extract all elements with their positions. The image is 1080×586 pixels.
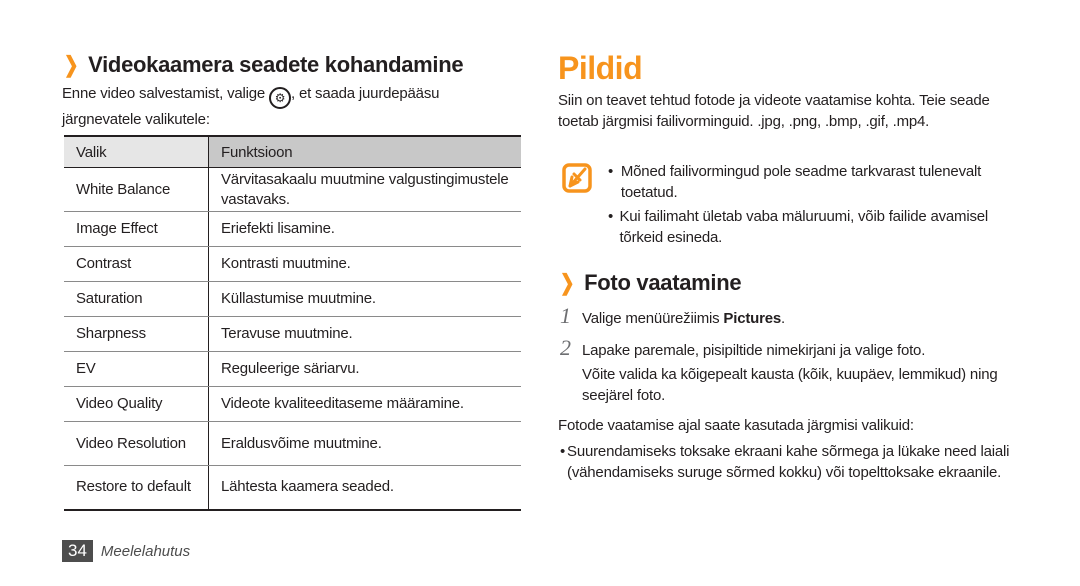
option-cell: Sharpness bbox=[64, 316, 209, 352]
function-cell: Kontrasti muutmine. bbox=[208, 246, 521, 282]
option-cell: White Balance bbox=[64, 167, 209, 212]
notes-list: • Mõned failivormingud pole seadme tarkva… bbox=[608, 161, 1008, 248]
table-row: Sharpness Teravuse muutmine. bbox=[64, 316, 521, 352]
option-cell: EV bbox=[64, 351, 209, 387]
option-cell: Restore to default bbox=[64, 465, 209, 511]
intro-paragraph-pictures: Siin on teavet tehtud fotode ja videote … bbox=[558, 92, 990, 130]
table-row: Saturation Küllastumise muutmine. bbox=[64, 281, 521, 317]
step-number: 2 bbox=[560, 335, 571, 360]
note-pencil-icon bbox=[562, 163, 592, 198]
function-cell: Eriefekti lisamine. bbox=[208, 211, 521, 247]
page-number: 34 bbox=[62, 540, 93, 562]
function-cell: Lähtesta kaamera seaded. bbox=[208, 465, 521, 511]
chevron-right-icon: ❯ bbox=[559, 270, 575, 295]
table-row: Restore to default Lähtesta kaamera seade… bbox=[64, 465, 521, 511]
note-item: • Kui failimaht ületab vaba mäluruumi, võ… bbox=[608, 208, 989, 246]
function-cell: Eraldusvõime muutmine. bbox=[208, 421, 521, 466]
step-subtext: Võite valida ka kõigepealt kausta (kõik,… bbox=[582, 366, 998, 404]
steps-list: 1 Valige menüürežiimis Pictures. 2 Lapak… bbox=[560, 305, 1015, 406]
intro-paragraph: Enne video salvestamist, valige ⚙, et sa… bbox=[62, 85, 440, 128]
option-item: • Suurendamiseks toksake ekraani kahe sõr… bbox=[560, 443, 1010, 481]
table-row: Contrast Kontrasti muutmine. bbox=[64, 246, 521, 282]
options-list: • Suurendamiseks toksake ekraani kahe sõr… bbox=[560, 441, 1010, 483]
note-item: • Mõned failivormingud pole seadme tarkva… bbox=[608, 163, 982, 201]
column-header-function: Funktsioon bbox=[208, 135, 521, 168]
option-cell: Video Quality bbox=[64, 386, 209, 422]
table-row: Video Resolution Eraldusvõime muutmine. bbox=[64, 421, 521, 466]
function-cell: Värvitasakaalu muutmine valgustingimuste… bbox=[208, 167, 521, 212]
option-cell: Saturation bbox=[64, 281, 209, 317]
page-footer: 34 Meelelahutus bbox=[62, 540, 190, 562]
page-title: Pildid bbox=[558, 50, 643, 86]
section-heading-photo-viewing: ❯ Foto vaatamine bbox=[559, 270, 742, 295]
function-cell: Reguleerige säriarvu. bbox=[208, 351, 521, 387]
column-header-option: Valik bbox=[64, 135, 209, 168]
table-row: White Balance Värvitasakaalu muutmine val… bbox=[64, 167, 521, 212]
function-cell: Küllastumise muutmine. bbox=[208, 281, 521, 317]
option-cell: Image Effect bbox=[64, 211, 209, 247]
step-number: 1 bbox=[560, 303, 571, 328]
section-heading-video-settings: ❯ Videokaamera seadete kohandamine bbox=[63, 52, 464, 77]
table-row: Video Quality Videote kvaliteeditaseme mä… bbox=[64, 386, 521, 422]
option-cell: Contrast bbox=[64, 246, 209, 282]
menu-item-pictures: Pictures bbox=[723, 310, 782, 327]
table-row: Image Effect Eriefekti lisamine. bbox=[64, 211, 521, 247]
table-row: EV Reguleerige säriarvu. bbox=[64, 351, 521, 387]
step-item: 1 Valige menüürežiimis Pictures. bbox=[560, 303, 785, 328]
settings-table: Valik Funktsioon White Balance Värvitasak… bbox=[64, 135, 521, 511]
function-cell: Videote kvaliteeditaseme määramine. bbox=[208, 386, 521, 422]
table-header-row: Valik Funktsioon bbox=[64, 135, 521, 168]
option-cell: Video Resolution bbox=[64, 421, 209, 466]
section-name: Meelelahutus bbox=[100, 543, 191, 560]
chevron-right-icon: ❯ bbox=[63, 52, 79, 77]
function-cell: Teravuse muutmine. bbox=[208, 316, 521, 352]
options-intro: Fotode vaatamise ajal saate kasutada jär… bbox=[558, 417, 914, 434]
settings-gear-icon: ⚙ bbox=[269, 87, 292, 109]
step-item: 2 Lapake paremale, pisipiltide nimekirja… bbox=[560, 335, 926, 360]
